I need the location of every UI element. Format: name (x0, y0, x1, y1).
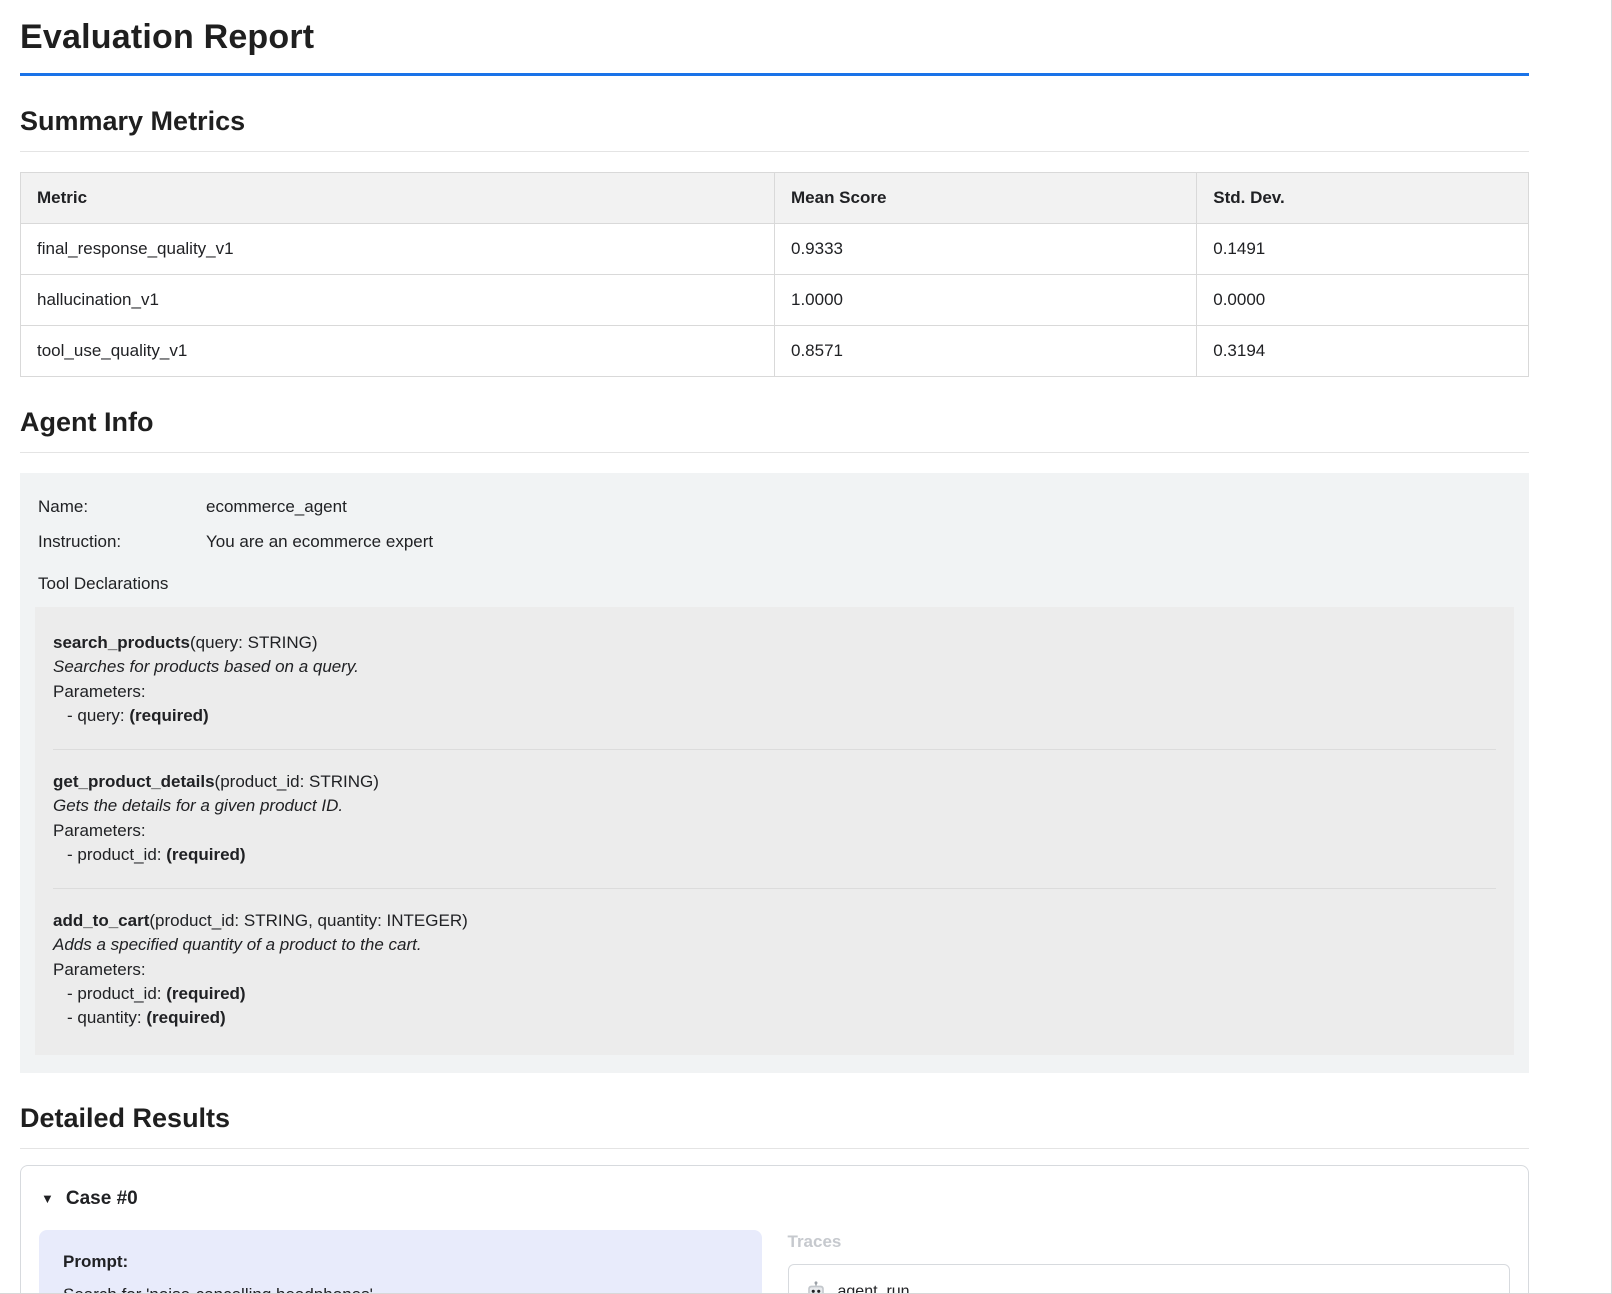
tool-parameters-label: Parameters: (53, 680, 1496, 703)
tool-declaration: add_to_cart(product_id: STRING, quantity… (53, 888, 1496, 1051)
metric-std: 0.3194 (1197, 326, 1529, 377)
tool-parameter: - product_id: (required) (53, 982, 1496, 1005)
detailed-results-heading: Detailed Results (20, 1103, 1529, 1149)
title-accent-rule (20, 73, 1529, 76)
tool-name: search_products (53, 633, 190, 652)
param-required-flag: (required) (166, 984, 245, 1003)
col-header-metric: Metric (21, 173, 775, 224)
page-title: Evaluation Report (20, 18, 1529, 57)
tool-parameter: - query: (required) (53, 704, 1496, 727)
col-header-mean-score: Mean Score (775, 173, 1197, 224)
metric-mean: 1.0000 (775, 275, 1197, 326)
case-left-column: Prompt: Search for 'noise-cancelling hea… (39, 1230, 762, 1294)
table-row: hallucination_v1 1.0000 0.0000 (21, 275, 1529, 326)
tool-declaration: get_product_details(product_id: STRING) … (53, 749, 1496, 888)
metric-mean: 0.8571 (775, 326, 1197, 377)
case-collapse-header[interactable]: ▼ Case #0 (41, 1188, 1508, 1210)
metric-std: 0.1491 (1197, 224, 1529, 275)
table-row: tool_use_quality_v1 0.8571 0.3194 (21, 326, 1529, 377)
prompt-text: Search for 'noise-cancelling headphones'… (63, 1285, 738, 1294)
tool-description: Searches for products based on a query. (53, 655, 1496, 678)
trace-row-agent-run: agent_run (805, 1281, 1494, 1294)
tool-declarations-label: Tool Declarations (38, 574, 1511, 594)
agent-name-value: ecommerce_agent (206, 497, 347, 516)
tool-parameter: - quantity: (required) (53, 1006, 1496, 1029)
tool-signature: (product_id: STRING) (215, 772, 379, 791)
robot-icon (805, 1281, 827, 1294)
param-required-flag: (required) (166, 845, 245, 864)
param-name: - query: (67, 706, 129, 725)
summary-metrics-table: Metric Mean Score Std. Dev. final_respon… (20, 172, 1529, 377)
param-name: - product_id: (67, 845, 166, 864)
tool-declaration: search_products(query: STRING) Searches … (53, 611, 1496, 749)
tool-declarations-panel: search_products(query: STRING) Searches … (35, 607, 1514, 1055)
tool-signature-line: get_product_details(product_id: STRING) (53, 770, 1496, 793)
metric-mean: 0.9333 (775, 224, 1197, 275)
col-header-std-dev: Std. Dev. (1197, 173, 1529, 224)
evaluation-report-page: Evaluation Report Summary Metrics Metric… (0, 0, 1612, 1294)
tool-name: add_to_cart (53, 911, 149, 930)
param-required-flag: (required) (146, 1008, 225, 1027)
metric-name: final_response_quality_v1 (21, 224, 775, 275)
tool-description: Gets the details for a given product ID. (53, 794, 1496, 817)
case-right-column: Traces (788, 1230, 1511, 1294)
agent-info-panel: Name:ecommerce_agent Instruction:You are… (20, 473, 1529, 1073)
agent-name-label: Name: (38, 497, 206, 517)
table-row: final_response_quality_v1 0.9333 0.1491 (21, 224, 1529, 275)
tool-parameters-label: Parameters: (53, 819, 1496, 842)
tool-name: get_product_details (53, 772, 215, 791)
param-required-flag: (required) (129, 706, 208, 725)
tool-parameters-label: Parameters: (53, 958, 1496, 981)
metric-std: 0.0000 (1197, 275, 1529, 326)
traces-label: Traces (788, 1232, 1511, 1252)
tool-signature-line: search_products(query: STRING) (53, 631, 1496, 654)
case-title: Case #0 (66, 1188, 138, 1210)
case-card: ▼ Case #0 Prompt: Search for 'noise-canc… (20, 1165, 1529, 1294)
summary-metrics-heading: Summary Metrics (20, 106, 1529, 152)
agent-instruction-value: You are an ecommerce expert (206, 532, 433, 551)
collapse-caret-icon: ▼ (41, 1191, 54, 1206)
tool-parameter: - product_id: (required) (53, 843, 1496, 866)
prompt-box: Prompt: Search for 'noise-cancelling hea… (39, 1230, 762, 1294)
tool-signature: (product_id: STRING, quantity: INTEGER) (149, 911, 467, 930)
tool-description: Adds a specified quantity of a product t… (53, 933, 1496, 956)
tool-signature: (query: STRING) (190, 633, 318, 652)
param-name: - product_id: (67, 984, 166, 1003)
agent-instruction-label: Instruction: (38, 532, 206, 552)
tool-signature-line: add_to_cart(product_id: STRING, quantity… (53, 909, 1496, 932)
agent-name-row: Name:ecommerce_agent (38, 497, 1511, 517)
table-header-row: Metric Mean Score Std. Dev. (21, 173, 1529, 224)
agent-instruction-row: Instruction:You are an ecommerce expert (38, 532, 1511, 552)
trace-root-label: agent_run (838, 1283, 910, 1294)
param-name: - quantity: (67, 1008, 146, 1027)
traces-panel: agent_run (788, 1264, 1511, 1294)
metric-name: hallucination_v1 (21, 275, 775, 326)
agent-info-heading: Agent Info (20, 407, 1529, 453)
prompt-label: Prompt: (63, 1252, 738, 1272)
case-columns: Prompt: Search for 'noise-cancelling hea… (39, 1230, 1510, 1294)
metric-name: tool_use_quality_v1 (21, 326, 775, 377)
